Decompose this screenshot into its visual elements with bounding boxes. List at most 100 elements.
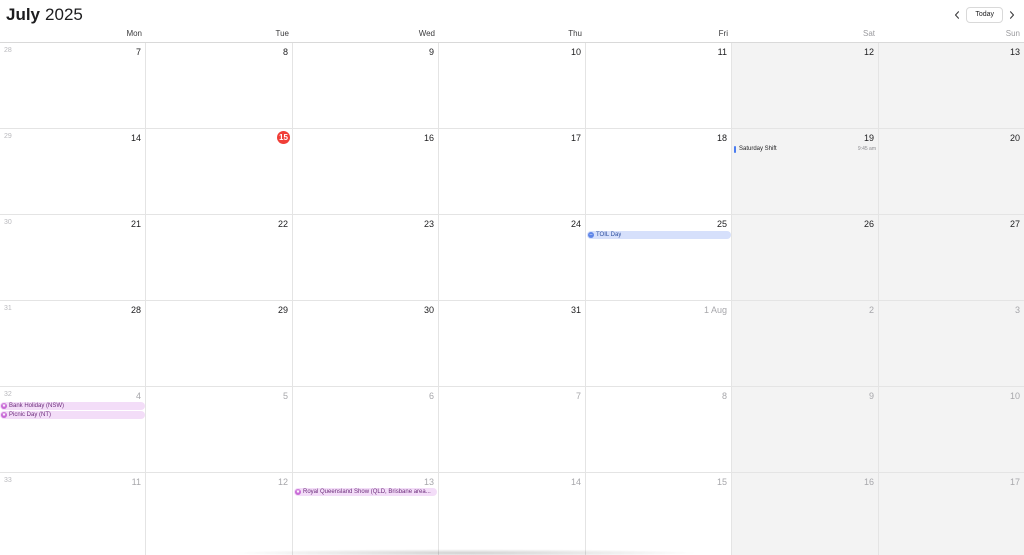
day-cell[interactable]: 13 ★ Royal Queensland Show (QLD, Brisban…	[293, 473, 439, 555]
day-cell[interactable]: 12	[146, 473, 293, 555]
day-cell[interactable]: 23	[293, 215, 439, 301]
day-cell[interactable]: 31	[439, 301, 586, 387]
day-cell[interactable]: 32 4 ★ Bank Holiday (NSW) ★ Picnic Day (…	[0, 387, 146, 473]
event-title: Saturday Shift	[739, 146, 777, 152]
day-number: 23	[423, 219, 434, 229]
day-cell[interactable]: 3	[879, 301, 1024, 387]
event-saturday-shift[interactable]: Saturday Shift 9:45 am	[734, 145, 876, 153]
day-cell[interactable]: 10	[439, 43, 586, 129]
event-royal-queensland-show[interactable]: ★ Royal Queensland Show (QLD, Brisbane a…	[294, 488, 437, 496]
day-cell[interactable]: 20	[879, 129, 1024, 215]
event-bank-holiday[interactable]: ★ Bank Holiday (NSW)	[0, 402, 145, 410]
month-grid: 28 7 8 9 10 11 12 13 29 14 15 16 17 18 19 …	[0, 43, 1024, 555]
day-cell[interactable]: 12	[732, 43, 879, 129]
week-number: 28	[4, 47, 12, 54]
day-cell[interactable]: 29 14	[0, 129, 146, 215]
day-cell[interactable]: 24	[439, 215, 586, 301]
day-cell[interactable]: 17	[439, 129, 586, 215]
day-cell[interactable]: 14	[439, 473, 586, 555]
weekday-label: Tue	[275, 29, 290, 38]
day-cell-today[interactable]: 15	[146, 129, 293, 215]
weekday-label: Sun	[1005, 29, 1020, 38]
day-cell[interactable]: 19 Saturday Shift 9:45 am	[732, 129, 879, 215]
star-icon: ★	[295, 489, 301, 495]
today-button[interactable]: Today	[966, 7, 1003, 23]
next-month-button[interactable]	[1005, 8, 1019, 22]
week-number: 33	[4, 477, 12, 484]
day-number: 11	[131, 477, 141, 487]
week-number: 31	[4, 305, 12, 312]
day-number: 9	[868, 391, 874, 401]
day-cell[interactable]: 16	[732, 473, 879, 555]
day-cell[interactable]: 28 7	[0, 43, 146, 129]
day-cell[interactable]: 5	[146, 387, 293, 473]
day-number: 11	[717, 47, 727, 57]
chevron-right-icon	[1009, 11, 1015, 19]
day-cell[interactable]: 8	[146, 43, 293, 129]
day-cell[interactable]: 25 – TOIL Day	[586, 215, 732, 301]
navigation-controls: Today	[950, 7, 1019, 23]
day-number: 16	[423, 133, 434, 143]
day-number: 4	[135, 391, 141, 401]
event-title: TOIL Day	[596, 232, 622, 238]
day-number: 15	[716, 477, 727, 487]
star-icon: ★	[1, 403, 7, 409]
day-cell[interactable]: 7	[439, 387, 586, 473]
day-cell[interactable]: 30	[293, 301, 439, 387]
day-cell[interactable]: 10	[879, 387, 1024, 473]
day-cell[interactable]: 16	[293, 129, 439, 215]
day-cell[interactable]: 18	[586, 129, 732, 215]
event-title: Bank Holiday (NSW)	[9, 403, 65, 409]
today-indicator: 15	[277, 131, 290, 144]
day-number: 3	[1014, 305, 1020, 315]
event-picnic-day[interactable]: ★ Picnic Day (NT)	[0, 411, 145, 419]
day-number: 29	[277, 305, 288, 315]
day-number: 17	[570, 133, 581, 143]
day-number: 26	[863, 219, 874, 229]
calendar-app: July 2025 Today Mon Tue Wed Thu Fri Sat S…	[0, 0, 1024, 555]
event-time: 9:45 am	[857, 146, 876, 152]
day-number: 8	[282, 47, 288, 57]
day-cell[interactable]: 2	[732, 301, 879, 387]
previous-month-button[interactable]	[950, 8, 964, 22]
day-cell[interactable]: 33 11	[0, 473, 146, 555]
day-number: 17	[1009, 477, 1020, 487]
day-number: 10	[570, 47, 581, 57]
day-cell[interactable]: 6	[293, 387, 439, 473]
day-number: 10	[1009, 391, 1020, 401]
day-cell[interactable]: 11	[586, 43, 732, 129]
week-number: 30	[4, 219, 12, 226]
weekday-label: Sat	[862, 29, 875, 38]
star-icon: ★	[1, 412, 7, 418]
day-number: 24	[570, 219, 581, 229]
day-cell[interactable]: 15	[586, 473, 732, 555]
day-number: 12	[277, 477, 288, 487]
day-cell[interactable]: 30 21	[0, 215, 146, 301]
day-cell[interactable]: 27	[879, 215, 1024, 301]
day-cell[interactable]: 29	[146, 301, 293, 387]
clock-icon: –	[588, 232, 594, 238]
day-number: 21	[130, 219, 141, 229]
chevron-left-icon	[955, 11, 960, 19]
day-number: 13	[1009, 47, 1020, 57]
day-number: 13	[423, 477, 434, 487]
day-cell[interactable]: 9	[293, 43, 439, 129]
day-number: 28	[130, 305, 141, 315]
day-cell[interactable]: 26	[732, 215, 879, 301]
day-cell[interactable]: 31 28	[0, 301, 146, 387]
weekday-label: Fri	[718, 29, 728, 38]
day-number: 30	[423, 305, 434, 315]
day-number: 20	[1009, 133, 1020, 143]
day-number: 14	[570, 477, 581, 487]
day-number: 2	[868, 305, 874, 315]
day-cell[interactable]: 17	[879, 473, 1024, 555]
day-number: 8	[721, 391, 727, 401]
event-toil-day[interactable]: – TOIL Day	[587, 231, 731, 239]
calendar-header: July 2025 Today	[0, 0, 1024, 28]
day-cell[interactable]: 22	[146, 215, 293, 301]
day-cell[interactable]: 13	[879, 43, 1024, 129]
day-cell[interactable]: 1 Aug	[586, 301, 732, 387]
day-number: 6	[428, 391, 434, 401]
day-cell[interactable]: 9	[732, 387, 879, 473]
day-cell[interactable]: 8	[586, 387, 732, 473]
